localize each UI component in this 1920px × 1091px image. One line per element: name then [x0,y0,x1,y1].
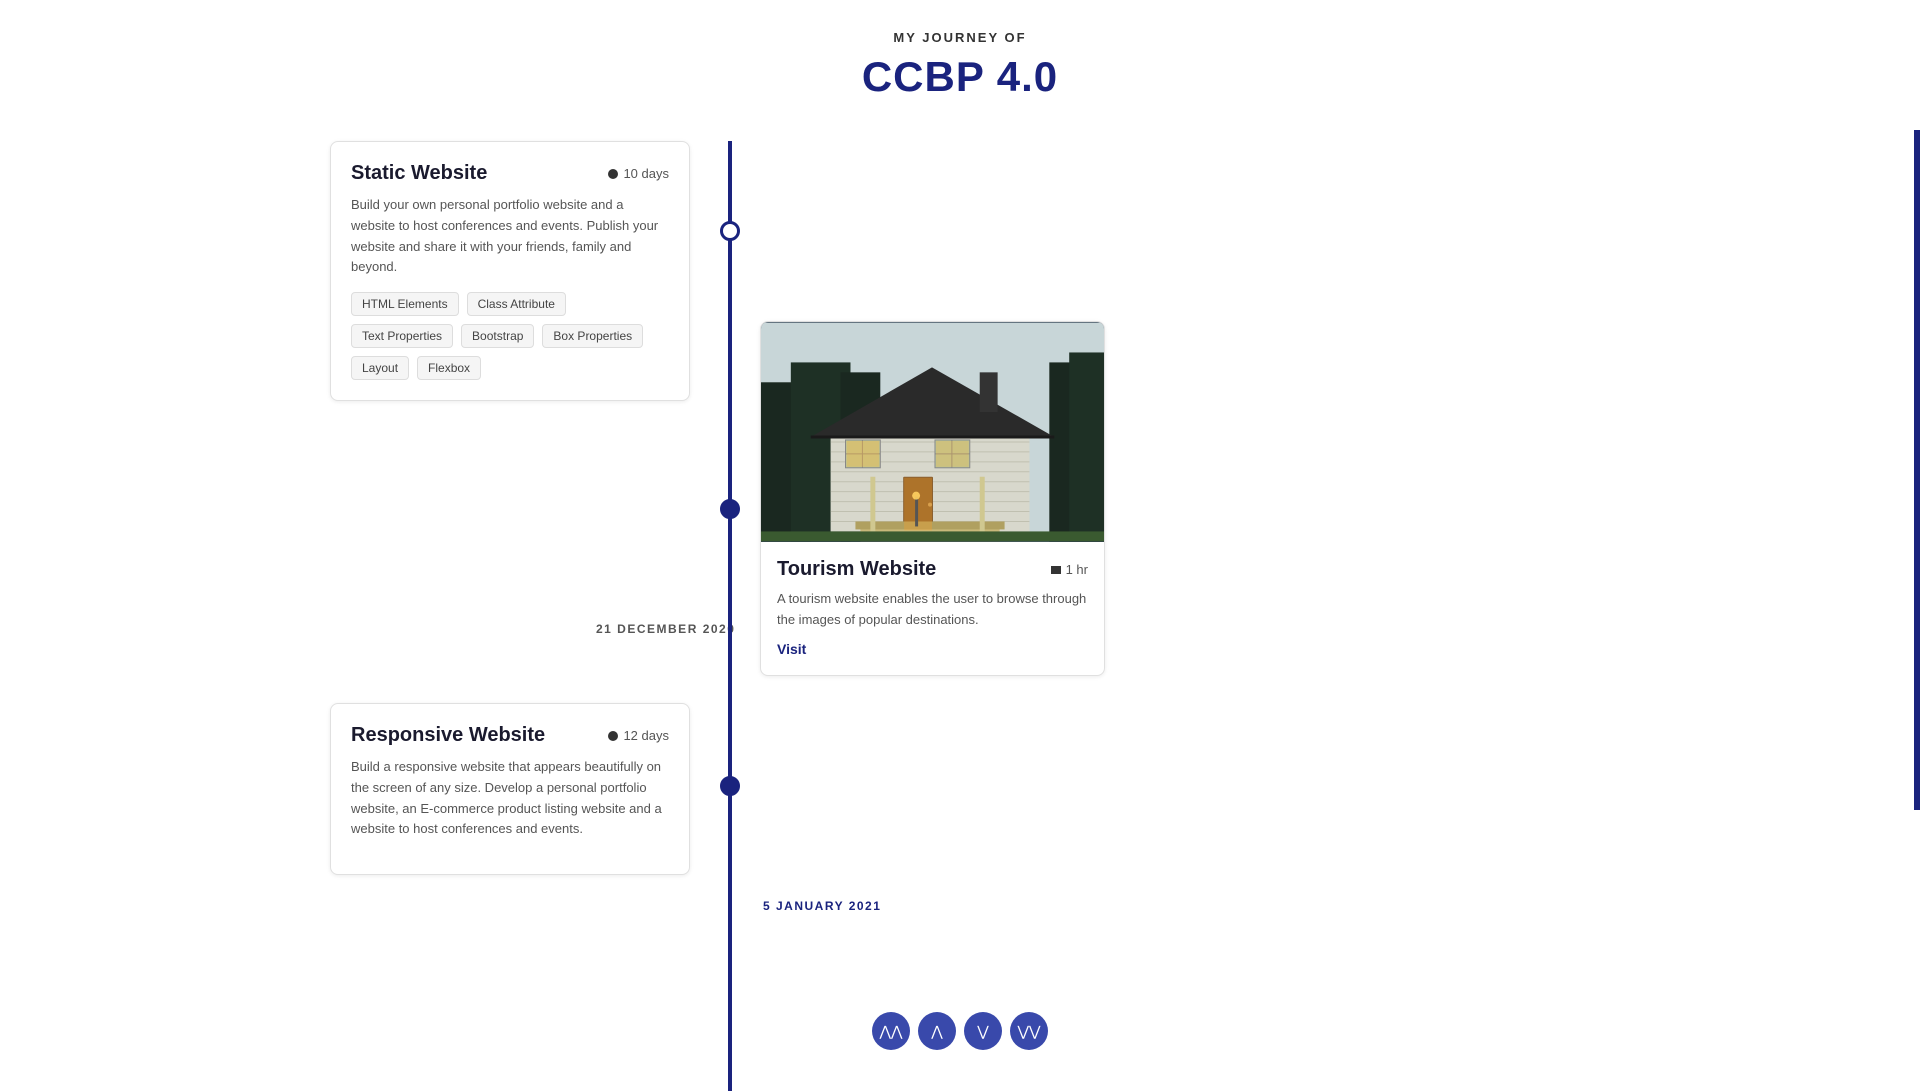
responsive-card-description: Build a responsive website that appears … [351,757,669,840]
tourism-card-header: Tourism Website 1 hr [777,558,1088,581]
tourism-card-title: Tourism Website [777,558,936,581]
tag-html-elements: HTML Elements [351,292,459,316]
tourism-card-image [761,322,1104,542]
subtitle: MY JOURNEY OF [0,30,1920,45]
tag-class-attribute: Class Attribute [467,292,566,316]
static-card-duration: 10 days [608,166,669,181]
timeline-node-3 [720,776,740,796]
chevron-up-icon: ⋀ [931,1023,942,1040]
timeline-container: 10 DECEMBER 2020 21 DECEMBER 2020 5 JANU… [0,141,1920,1091]
static-card-title: Static Website [351,162,487,185]
chevron-double-down-icon: ⋁⋁ [1018,1023,1041,1040]
tag-bootstrap: Bootstrap [461,324,534,348]
tag-text-properties: Text Properties [351,324,453,348]
date-jan-5: 5 JANUARY 2021 [763,899,881,913]
tourism-visit-link[interactable]: Visit [777,641,806,657]
scroll-top-button[interactable]: ⋀⋀ [872,1012,910,1050]
scroll-indicator [1914,130,1920,810]
static-card-header: Static Website 10 days [351,162,669,185]
tourism-website-card: Tourism Website 1 hr A tourism website e… [760,321,1105,676]
tag-flexbox: Flexbox [417,356,481,380]
chevron-double-up-icon: ⋀⋀ [880,1023,903,1040]
responsive-card-title: Responsive Website [351,724,545,747]
page-header: MY JOURNEY OF CCBP 4.0 [0,0,1920,101]
tag-box-properties: Box Properties [542,324,643,348]
tag-layout: Layout [351,356,409,380]
timeline-node-2 [720,499,740,519]
scroll-down-button[interactable]: ⋁ [964,1012,1002,1050]
responsive-card-header: Responsive Website 12 days [351,724,669,747]
tourism-card-description: A tourism website enables the user to br… [777,589,1088,631]
chevron-down-icon: ⋁ [977,1023,988,1040]
static-tags-container: HTML Elements Class Attribute Text Prope… [351,292,669,380]
static-website-card: Static Website 10 days Build your own pe… [330,141,690,401]
responsive-website-card: Responsive Website 12 days Build a respo… [330,703,690,875]
timeline-node-1 [720,221,740,241]
static-card-description: Build your own personal portfolio websit… [351,195,669,278]
timeline-line [728,141,732,1091]
duration-dot-icon [608,169,618,179]
nav-buttons: ⋀⋀ ⋀ ⋁ ⋁⋁ [872,1012,1048,1050]
tourism-card-duration: 1 hr [1051,562,1088,577]
scroll-up-button[interactable]: ⋀ [918,1012,956,1050]
duration-rect-icon [1051,566,1061,574]
date-dec-21: 21 DECEMBER 2020 [596,622,735,636]
responsive-card-duration: 12 days [608,728,669,743]
tourism-card-body: Tourism Website 1 hr A tourism website e… [761,542,1104,675]
main-title: CCBP 4.0 [0,53,1920,101]
duration-dot-icon-2 [608,731,618,741]
scroll-bottom-button[interactable]: ⋁⋁ [1010,1012,1048,1050]
